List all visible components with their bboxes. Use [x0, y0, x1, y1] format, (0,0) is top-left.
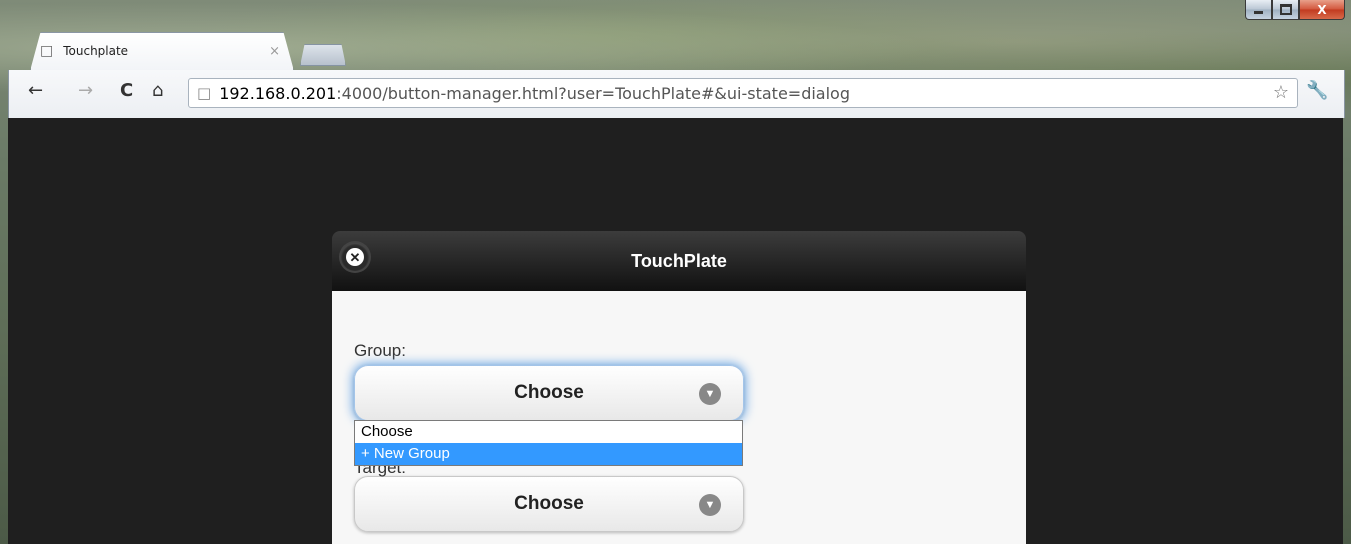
- page-icon: □: [197, 84, 212, 102]
- dialog: ✕ TouchPlate Group: Choose ▼ Choose ▼: [332, 231, 1026, 544]
- group-select-value: Choose: [514, 382, 584, 403]
- home-icon[interactable]: ⌂: [152, 80, 163, 101]
- browser-tab-content: □ Touchplate ×: [40, 36, 290, 66]
- minimize-icon: [1254, 11, 1263, 14]
- dialog-title: TouchPlate: [631, 250, 727, 271]
- dialog-body: Group: Choose ▼ Choose ▼: [332, 291, 1026, 544]
- url-host: 192.168.0.201: [219, 83, 337, 103]
- tab-title: Touchplate: [63, 44, 129, 58]
- group-dropdown-list: Choose + New Group: [354, 420, 743, 466]
- window-close-button[interactable]: X: [1299, 0, 1345, 20]
- bookmark-star-icon[interactable]: ☆: [1273, 82, 1289, 103]
- new-tab-button[interactable]: [300, 44, 346, 66]
- url-text: 192.168.0.201:4000/button-manager.html?u…: [219, 84, 850, 103]
- page-icon: □: [40, 43, 54, 59]
- maximize-icon: [1279, 4, 1292, 15]
- wrench-icon[interactable]: 🔧: [1306, 80, 1328, 101]
- url-path: :4000/button-manager.html?user=TouchPlat…: [336, 83, 850, 103]
- back-icon[interactable]: ←: [28, 80, 43, 101]
- group-label: Group:: [354, 341, 406, 360]
- dialog-header: ✕ TouchPlate: [332, 231, 1026, 291]
- group-select[interactable]: Choose ▼: [354, 365, 744, 421]
- dropdown-option-new-group[interactable]: + New Group: [355, 443, 742, 465]
- minimize-button[interactable]: [1245, 0, 1272, 20]
- close-icon: ✕: [346, 248, 364, 266]
- chevron-down-icon: ▼: [699, 494, 721, 516]
- target-select[interactable]: Choose ▼: [354, 476, 744, 532]
- dropdown-option-choose[interactable]: Choose: [355, 421, 742, 443]
- window-controls: X: [1245, 0, 1345, 22]
- forward-icon[interactable]: →: [78, 80, 93, 101]
- reload-icon[interactable]: C: [120, 80, 133, 101]
- target-select-value: Choose: [514, 493, 584, 514]
- chevron-down-icon: ▼: [699, 383, 721, 405]
- maximize-button[interactable]: [1272, 0, 1299, 20]
- address-bar[interactable]: □ 192.168.0.201:4000/button-manager.html…: [188, 78, 1298, 108]
- dialog-close-button[interactable]: ✕: [341, 243, 369, 271]
- tab-close-icon[interactable]: ×: [269, 44, 280, 59]
